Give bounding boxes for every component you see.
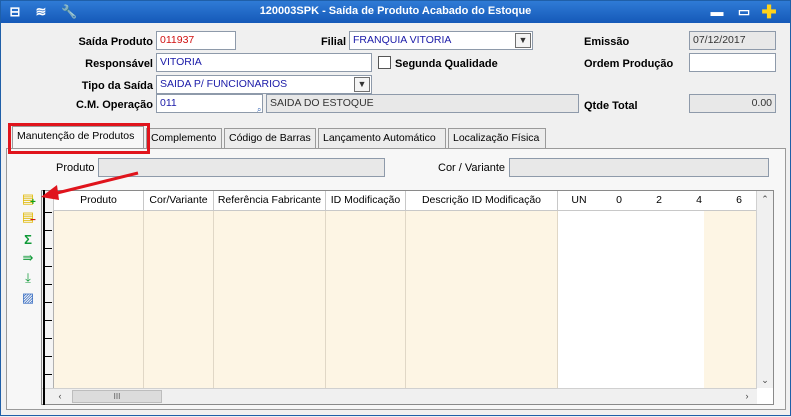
annotation-arrow [41,171,139,200]
main-window: ⊟ ≋ 🔧 120003SPK - Saída de Produto Acaba… [0,0,791,416]
